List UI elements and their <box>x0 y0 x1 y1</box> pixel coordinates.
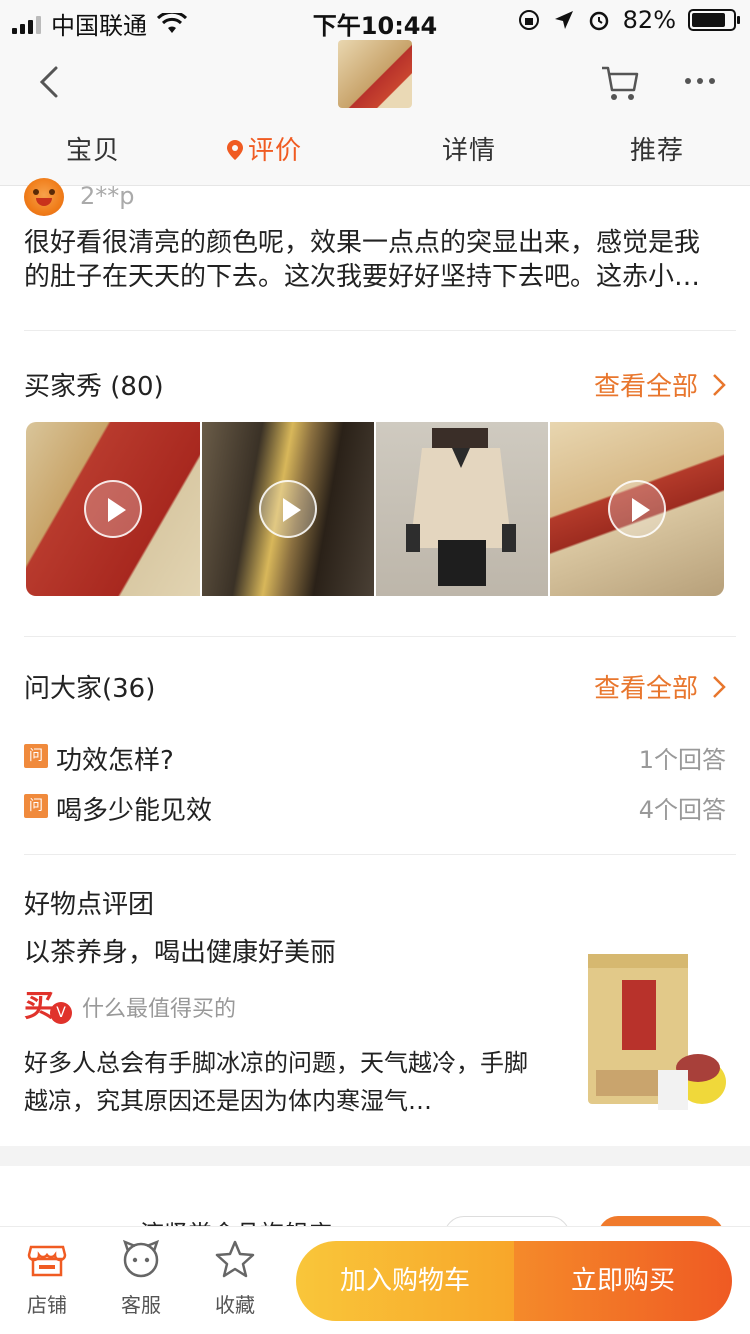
product-thumbnail[interactable] <box>338 40 412 108</box>
chevron-right-icon <box>713 675 726 698</box>
status-bar: 中国联通 下午10:44 82% <box>0 0 750 40</box>
play-icon <box>84 480 142 538</box>
favorite-label: 收藏 <box>215 1293 255 1317</box>
author-logo-char: 买 <box>24 989 54 1024</box>
star-icon <box>215 1240 255 1278</box>
answer-count: 4个回答 <box>638 796 726 824</box>
shop-icon <box>27 1245 67 1277</box>
add-to-cart-button[interactable]: 加入购物车 <box>296 1241 514 1321</box>
buyer-show-title: 买家秀 (80) <box>24 372 164 402</box>
buy-now-button[interactable]: 立即购买 <box>514 1241 732 1321</box>
section-gap <box>0 1146 750 1166</box>
buyer-show-video[interactable] <box>202 422 374 596</box>
alarm-icon <box>589 11 608 31</box>
cart-icon[interactable] <box>600 62 640 102</box>
review-username: 2**p <box>80 182 135 210</box>
buyer-show-video[interactable] <box>26 422 200 596</box>
product-image[interactable] <box>574 950 726 1116</box>
tab-reviews-label: 评价 <box>248 136 303 166</box>
answer-count: 1个回答 <box>638 746 726 774</box>
chevron-right-icon <box>713 373 726 396</box>
back-arrow-icon[interactable] <box>30 62 70 102</box>
customer-service-icon <box>122 1239 160 1278</box>
store-action-button[interactable] <box>444 1216 570 1226</box>
avatar <box>24 178 64 216</box>
divider <box>24 330 736 331</box>
store-card[interactable]: 济贤堂食品旗舰店 <box>0 1166 750 1226</box>
question-text: 功效怎样? <box>56 746 174 776</box>
divider <box>24 854 736 855</box>
haowu-title: 好物点评团 <box>24 890 155 920</box>
buyer-show-gallery <box>26 422 724 596</box>
haowu-article-title[interactable]: 以茶养身，喝出健康好美丽 <box>24 932 336 969</box>
question-item[interactable]: 问 喝多少能见效 4个回答 <box>24 790 726 826</box>
store-primary-button[interactable] <box>598 1216 724 1226</box>
author-name: 什么最值得买的 <box>82 997 237 1022</box>
question-badge: 问 <box>24 794 48 818</box>
question-text: 喝多少能见效 <box>56 796 213 826</box>
tab-bar: 宝贝 评价 详情 推荐 <box>0 126 750 182</box>
tab-details[interactable]: 详情 <box>442 130 496 167</box>
product-header: 宝贝 评价 详情 推荐 <box>0 40 750 186</box>
buyer-show-video[interactable] <box>550 422 724 596</box>
store-name: 济贤堂食品旗舰店 <box>140 1214 332 1226</box>
shop-button[interactable]: 店铺 <box>12 1239 82 1318</box>
location-icon <box>554 11 573 29</box>
play-icon <box>608 480 666 538</box>
question-item[interactable]: 问 功效怎样? 1个回答 <box>24 740 726 776</box>
service-button[interactable]: 客服 <box>106 1239 176 1318</box>
bottom-action-bar: 店铺 客服 收藏 加入购物车 立即购买 <box>0 1226 750 1334</box>
see-all-label: 查看全部 <box>593 674 698 704</box>
rotation-lock-icon <box>518 10 539 30</box>
ask-see-all[interactable]: 查看全部 <box>594 668 726 705</box>
ask-title: 问大家(36) <box>24 674 156 704</box>
see-all-label: 查看全部 <box>593 372 698 402</box>
question-badge: 问 <box>24 744 48 768</box>
more-icon[interactable] <box>682 66 718 96</box>
tab-reviews[interactable]: 评价 <box>226 130 302 167</box>
person-photo <box>406 428 516 586</box>
location-pin-icon <box>227 140 243 160</box>
shop-label: 店铺 <box>27 1293 67 1317</box>
favorite-button[interactable]: 收藏 <box>200 1239 270 1318</box>
haowu-author[interactable]: 买 V 什么最值得买的 <box>24 988 236 1026</box>
tab-recommend[interactable]: 推荐 <box>630 130 684 167</box>
verified-badge-icon: V <box>50 1002 72 1024</box>
buyer-show-see-all[interactable]: 查看全部 <box>594 366 726 403</box>
divider <box>24 636 736 637</box>
battery-percent: 82% <box>622 6 676 34</box>
haowu-article-excerpt[interactable]: 好多人总会有手脚冰凉的问题，天气越冷，手脚越凉，究其原因还是因为体内寒湿气… <box>24 1044 544 1120</box>
review-text: 很好看很清亮的颜色呢，效果一点点的突显出来，感觉是我的肚子在天天的下去。这次我要… <box>24 228 701 292</box>
battery-icon <box>688 9 740 31</box>
service-label: 客服 <box>121 1293 161 1317</box>
buyer-show-photo[interactable] <box>376 422 548 596</box>
review-item[interactable]: 2**p 很好看很清亮的颜色呢，效果一点点的突显出来，感觉是我的肚子在天天的下去… <box>0 178 750 332</box>
author-logo: 买 V <box>24 988 74 1026</box>
play-icon <box>259 480 317 538</box>
tab-product[interactable]: 宝贝 <box>66 130 120 167</box>
